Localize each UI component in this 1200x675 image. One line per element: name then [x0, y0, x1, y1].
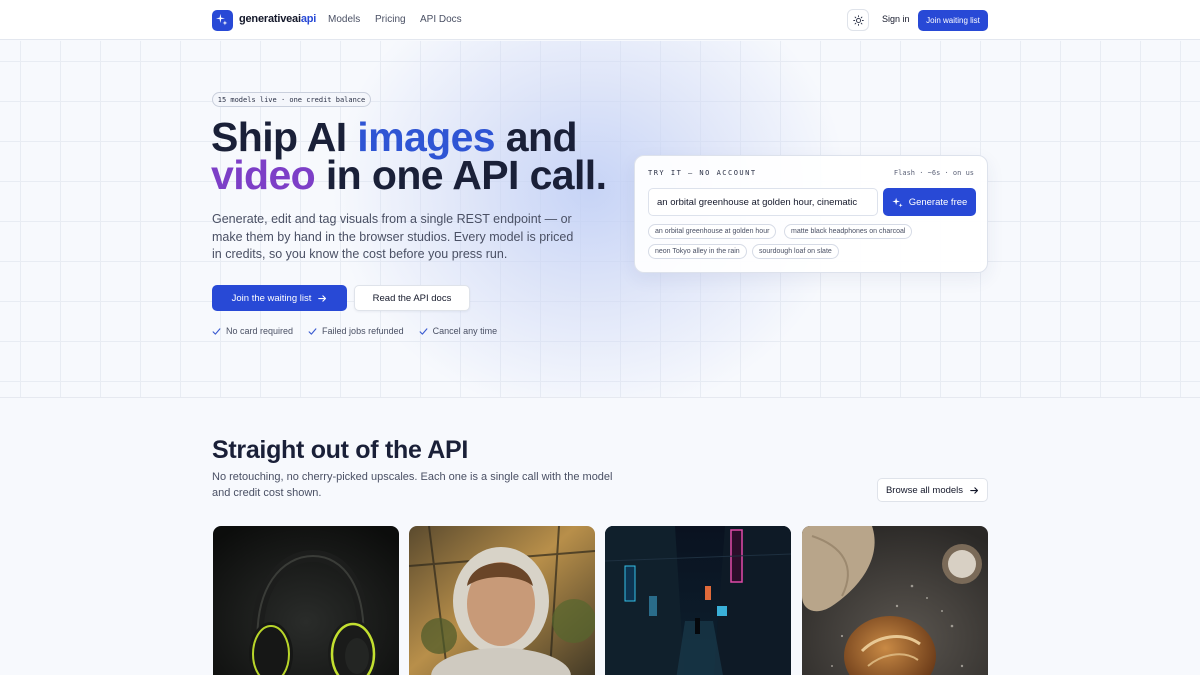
gallery-subtitle: No retouching, no cherry-picked upscales…	[212, 471, 613, 499]
gallery-card-astronaut[interactable]	[409, 526, 595, 675]
check-icon	[212, 327, 221, 335]
prompt-chip[interactable]: neon Tokyo alley in the rain	[648, 244, 747, 259]
prompt-input[interactable]: an orbital greenhouse at golden hour, ci…	[648, 188, 878, 216]
browse-all-models-button[interactable]: Browse all models	[877, 478, 988, 502]
join-waiting-list-label: Join the waiting list	[231, 292, 312, 304]
model-meta: Flash · ~6s · on us	[893, 169, 974, 177]
arrow-right-icon	[970, 486, 979, 494]
try-it-label: TRY IT — NO ACCOUNT	[648, 169, 757, 177]
hero-lead-text: Generate, edit and tag visuals from a si…	[212, 212, 574, 261]
models-live-badge: 15 models live · one credit balance	[212, 92, 371, 107]
nav-link-pricing[interactable]: Pricing	[375, 14, 406, 25]
check-label: Cancel any time	[432, 326, 498, 336]
generate-free-label: Generate free	[908, 196, 968, 208]
prompt-chip[interactable]: matte black headphones on charcoal	[784, 224, 913, 239]
theme-toggle-button[interactable]	[847, 9, 869, 31]
check-item: Failed jobs refunded	[308, 326, 404, 336]
hero-section: 15 models live · one credit balance Ship…	[0, 41, 1200, 398]
sparkle-icon	[892, 197, 903, 207]
gallery-card-headphones[interactable]	[213, 526, 399, 675]
check-icon	[419, 327, 428, 335]
read-api-docs-button[interactable]: Read the API docs	[354, 285, 470, 311]
browse-all-models-label: Browse all models	[885, 484, 964, 496]
check-icon	[308, 327, 317, 335]
top-nav: generativeaiapi Models Pricing API Docs …	[0, 0, 1200, 40]
nav-link-models[interactable]: Models	[328, 14, 360, 25]
gallery-card-neon-alley[interactable]	[605, 526, 791, 675]
join-waiting-list-nav-button[interactable]: Join waiting list	[918, 10, 988, 31]
try-it-panel: TRY IT — NO ACCOUNT Flash · ~6s · on us …	[634, 155, 988, 273]
gallery-card-sourdough[interactable]	[802, 526, 988, 675]
join-waiting-list-button[interactable]: Join the waiting list	[212, 285, 347, 311]
sign-in-link[interactable]: Sign in	[882, 14, 910, 24]
prompt-chip[interactable]: an orbital greenhouse at golden hour	[648, 224, 777, 239]
neon-tokyo-alley-image	[605, 526, 791, 675]
check-item: Cancel any time	[419, 326, 498, 336]
nav-link-api-docs[interactable]: API Docs	[420, 14, 462, 25]
brand-name[interactable]: generativeaiapi	[239, 13, 316, 25]
arrow-right-icon	[318, 294, 327, 302]
astronaut-greenhouse-image	[409, 526, 595, 675]
hero-headline: Ship AI images and video in one API call…	[211, 114, 607, 198]
check-label: No card required	[226, 326, 294, 336]
sourdough-loaf-image	[802, 526, 988, 675]
sun-icon	[852, 14, 864, 26]
headphones-image	[213, 526, 399, 675]
check-label: Failed jobs refunded	[322, 326, 404, 336]
gallery-title: Straight out of the API	[212, 436, 469, 464]
generate-free-button[interactable]: Generate free	[883, 188, 976, 216]
logo-icon[interactable]	[212, 10, 233, 31]
check-item: No card required	[212, 326, 293, 336]
prompt-chip[interactable]: sourdough loaf on slate	[752, 244, 839, 259]
hero-checklist: No card required Failed jobs refunded Ca…	[212, 326, 497, 336]
